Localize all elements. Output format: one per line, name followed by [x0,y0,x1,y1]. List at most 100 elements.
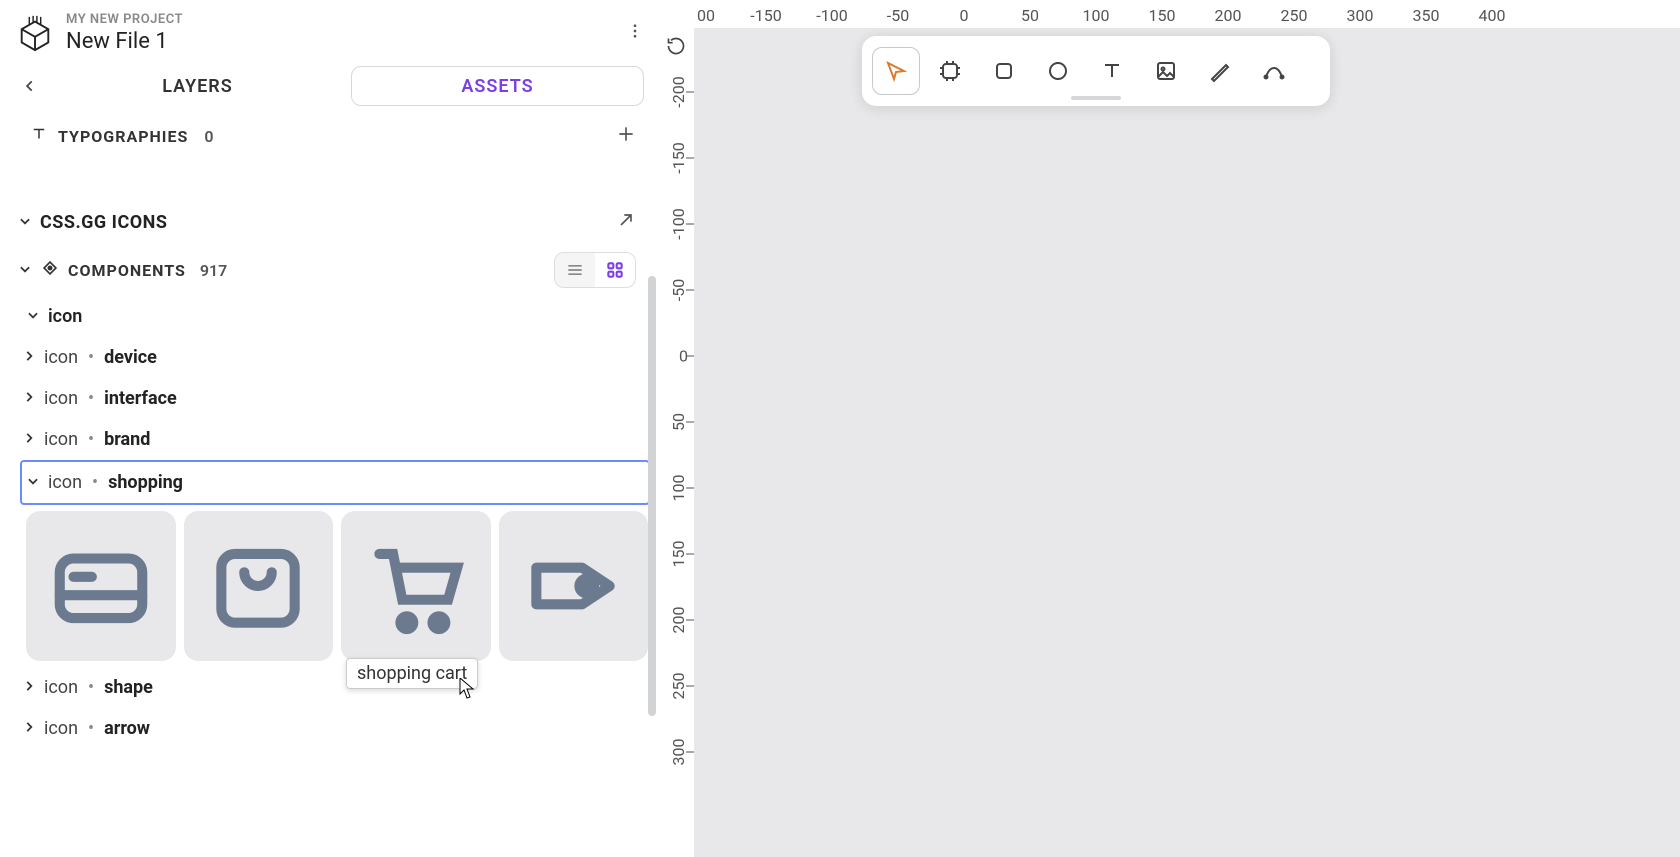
category-name: shopping [108,472,183,493]
component-shopping-bag[interactable] [184,511,334,661]
typographies-label: TYPOGRAPHIES [58,127,188,146]
grid-view-button[interactable] [595,253,635,287]
view-toggle [554,252,636,288]
component-price-tag[interactable] [499,511,649,661]
ruler-tick: 0 [960,6,969,25]
frame-tool[interactable] [926,47,974,95]
ruler-dash [686,356,694,357]
category-label: icon [48,306,82,327]
components-count: 917 [200,261,227,280]
ruler-dash [686,290,694,291]
left-panel: MY NEW PROJECT New File 1 LAYERS ASSETS … [0,0,660,857]
ruler-dash [686,554,694,555]
component-icon [40,258,60,282]
category-prefix: icon [44,429,78,450]
category-name: shape [104,677,153,698]
text-tool[interactable] [1088,47,1136,95]
ruler-tick: 100 [1083,6,1110,25]
chevron-right-icon [22,388,36,409]
category-name: brand [104,429,150,450]
typographies-section[interactable]: TYPOGRAPHIES 0 [0,112,660,160]
category-prefix: icon [44,718,78,739]
category-icon-shape[interactable]: icon • shape [0,667,660,708]
project-header: MY NEW PROJECT New File 1 [0,0,660,62]
chevron-down-icon [18,261,32,280]
list-view-button[interactable] [555,253,595,287]
category-name: arrow [104,718,150,739]
move-tool[interactable] [872,47,920,95]
ruler-dash [686,620,694,621]
typographies-count: 0 [204,127,213,146]
back-button[interactable] [16,66,44,106]
ruler-tick: -150 [750,6,781,25]
component-credit-card[interactable] [26,511,176,661]
component-shopping-cart[interactable] [341,511,491,661]
chevron-down-icon [18,213,32,232]
ruler-dash [686,92,694,93]
image-tool[interactable] [1142,47,1190,95]
ruler-tick: 300 [1347,6,1374,25]
ruler-tick: -100 [816,6,847,25]
ruler-tick: 250 [1281,6,1308,25]
file-name[interactable]: New File 1 [66,29,614,54]
design-canvas[interactable] [694,28,1680,857]
toolbar-drag-handle[interactable] [1071,96,1121,100]
chevron-right-icon [22,677,36,698]
category-prefix: icon [44,677,78,698]
rectangle-tool[interactable] [980,47,1028,95]
chevron-down-icon [26,306,40,327]
dot-separator: • [88,718,94,739]
ruler-tick: -50 [887,6,909,25]
ruler-tick: 00 [697,6,715,25]
project-name: MY NEW PROJECT [66,12,614,27]
dot-separator: • [88,388,94,409]
history-icon[interactable] [666,36,686,60]
ellipse-tool[interactable] [1034,47,1082,95]
category-icon-device[interactable]: icon • device [0,337,660,378]
ruler-tick: 350 [1413,6,1440,25]
category-icon-brand[interactable]: icon • brand [0,419,660,460]
canvas-toolbar [862,36,1330,106]
panel-tabs: LAYERS ASSETS [0,62,660,112]
typography-icon [30,125,48,147]
ruler-dash [686,488,694,489]
dot-separator: • [88,677,94,698]
ruler-dash [686,752,694,753]
components-label: COMPONENTS [68,261,186,280]
scrollbar-thumb[interactable] [648,276,656,716]
library-name: CSS.GG ICONS [40,212,167,233]
category-prefix: icon [48,472,82,493]
curve-tool[interactable] [1250,47,1298,95]
library-section[interactable]: CSS.GG ICONS [0,200,660,244]
chevron-right-icon [22,347,36,368]
project-logo-icon[interactable] [16,14,54,52]
category-prefix: icon [44,347,78,368]
top-ruler[interactable]: 00 -150 -100 -50 0 50 100 150 200 250 30… [660,0,1680,28]
category-icon-arrow[interactable]: icon • arrow [0,708,660,749]
menu-kebab-icon[interactable] [626,22,644,44]
left-ruler[interactable]: -200 -150 -100 -50 0 50 100 150 200 250 … [660,28,694,857]
category-prefix: icon [44,388,78,409]
panel-scrollbar[interactable] [648,116,656,737]
tab-layers[interactable]: LAYERS [52,66,343,106]
category-name: interface [104,388,177,409]
chevron-right-icon [22,429,36,450]
ruler-tick: 200 [1215,6,1242,25]
category-name: device [104,347,157,368]
dot-separator: • [92,472,98,493]
category-icon-interface[interactable]: icon • interface [0,378,660,419]
ruler-dash [686,686,694,687]
add-typography-button[interactable] [616,124,636,148]
chevron-down-icon [26,472,40,493]
cursor-pointer-icon [458,678,476,704]
tab-assets[interactable]: ASSETS [351,66,644,106]
pen-tool[interactable] [1196,47,1244,95]
dot-separator: • [88,347,94,368]
ruler-tick: 400 [1479,6,1506,25]
open-library-icon[interactable] [616,210,636,234]
ruler-tick: 150 [1149,6,1176,25]
dot-separator: • [88,429,94,450]
category-icon-shopping[interactable]: icon • shopping [20,460,650,505]
components-section[interactable]: COMPONENTS 917 [0,244,660,296]
category-icon-root[interactable]: icon [0,296,660,337]
